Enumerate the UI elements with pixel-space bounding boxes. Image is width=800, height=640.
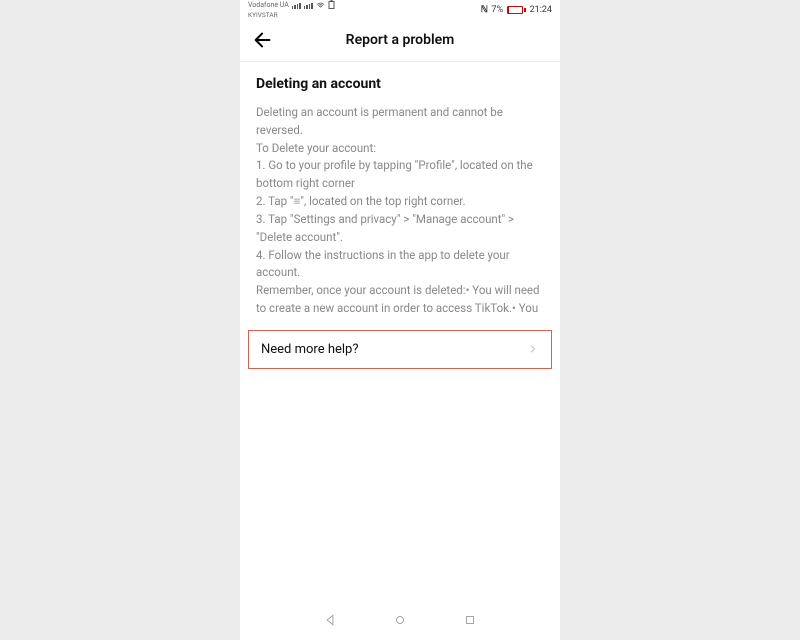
signal-icon-1 xyxy=(292,3,301,9)
need-more-help-button[interactable]: Need more help? xyxy=(248,330,552,369)
battery-icon xyxy=(507,6,526,14)
page-title: Report a problem xyxy=(240,32,560,48)
content: Deleting an account Deleting an account … xyxy=(240,62,560,318)
need-more-help-label: Need more help? xyxy=(261,342,359,357)
carrier-1: Vodafone UA xyxy=(248,2,289,9)
battery-small-icon xyxy=(328,0,335,11)
nav-back-icon[interactable] xyxy=(323,612,337,631)
signal-icon-2 xyxy=(304,3,313,9)
clock: 21:24 xyxy=(530,5,552,15)
back-button[interactable] xyxy=(252,29,274,51)
nfc-icon: ℕ xyxy=(481,5,488,15)
nav-recent-icon[interactable] xyxy=(463,612,477,631)
status-bar: Vodafone UA KYIVSTAR ℕ 7% 21:24 xyxy=(240,0,560,18)
section-title: Deleting an account xyxy=(256,76,544,92)
nav-home-icon[interactable] xyxy=(393,612,407,631)
android-nav-bar xyxy=(240,602,560,640)
phone-frame: Vodafone UA KYIVSTAR ℕ 7% 21:24 Report a… xyxy=(240,0,560,640)
app-header: Report a problem xyxy=(240,18,560,62)
wifi-icon xyxy=(316,1,325,10)
chevron-right-icon xyxy=(527,343,539,355)
body-text: Deleting an account is permanent and can… xyxy=(256,104,544,318)
battery-percent: 7% xyxy=(491,5,503,15)
status-right: ℕ 7% 21:24 xyxy=(481,5,552,15)
status-left: Vodafone UA KYIVSTAR xyxy=(248,0,335,19)
